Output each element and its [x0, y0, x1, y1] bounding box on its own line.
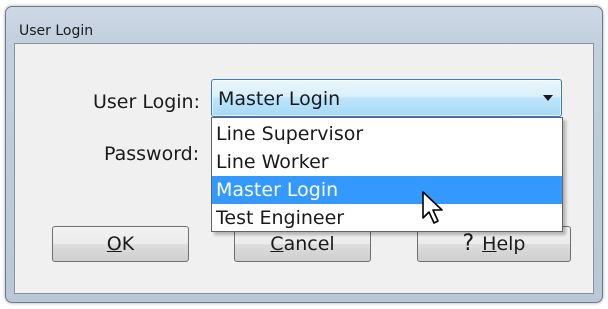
dropdown-option-master-login[interactable]: Master Login: [212, 176, 562, 204]
dropdown-option-line-worker[interactable]: Line Worker: [212, 148, 562, 176]
mouse-pointer-icon: [422, 191, 443, 224]
dropdown-option-line-supervisor[interactable]: Line Supervisor: [212, 120, 562, 148]
password-label: Password:: [104, 143, 200, 165]
window-title: User Login: [19, 23, 94, 39]
chevron-down-icon[interactable]: [543, 95, 553, 101]
ok-button[interactable]: OK: [52, 226, 189, 262]
user-login-label: User Login:: [93, 91, 201, 113]
question-mark-icon: ?: [462, 231, 475, 256]
dropdown-option-test-engineer[interactable]: Test Engineer: [212, 204, 562, 232]
user-login-combobox[interactable]: Master Login: [211, 79, 562, 117]
combo-selected-value: Master Login: [218, 88, 341, 110]
user-login-dropdown-list: Line Supervisor Line Worker Master Login…: [211, 117, 563, 232]
